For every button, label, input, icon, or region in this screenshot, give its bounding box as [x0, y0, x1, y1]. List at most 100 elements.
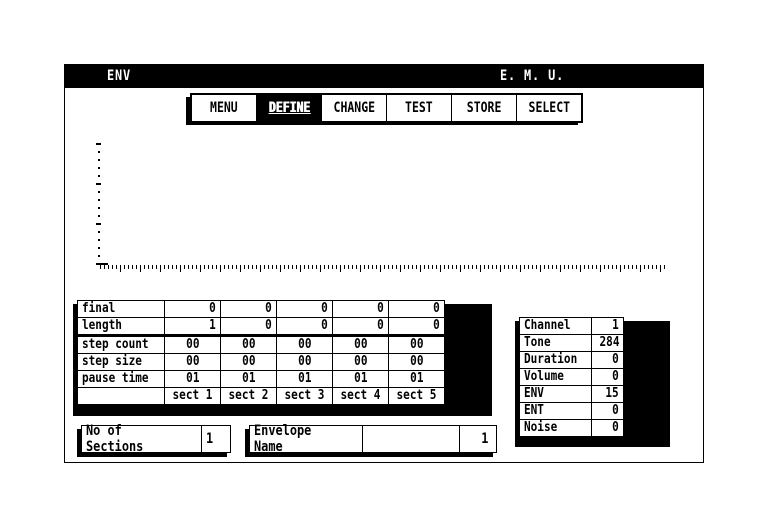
envelope-number-field[interactable]: 1 [460, 426, 492, 452]
param-value-cell[interactable]: 00 [220, 335, 278, 354]
x-minor-tick [316, 265, 317, 269]
x-minor-tick [304, 265, 305, 269]
x-minor-tick [532, 265, 533, 269]
param-value-cell[interactable]: 00 [164, 335, 222, 354]
x-minor-tick [132, 265, 133, 269]
x-major-tick [560, 265, 561, 272]
text: 00 [354, 354, 368, 369]
text: TEST [405, 100, 433, 116]
section-label: sect 5 [388, 387, 446, 405]
x-major-tick [240, 265, 241, 272]
x-minor-tick [572, 265, 573, 269]
param-value-cell[interactable]: 0 [388, 317, 446, 337]
text: 00 [298, 337, 312, 352]
param-row: step size 00 00 00 00 00 [76, 353, 446, 371]
x-minor-tick [336, 265, 337, 269]
param-label: pause time [76, 370, 166, 388]
status-value[interactable]: 0 [590, 402, 625, 420]
param-value-cell[interactable]: 00 [332, 353, 390, 371]
text: sect 2 [228, 388, 269, 403]
envelope-name-field[interactable] [363, 426, 460, 452]
graph-origin [96, 263, 108, 265]
x-major-tick [280, 265, 281, 272]
x-minor-tick [128, 265, 129, 269]
x-minor-tick [564, 265, 565, 269]
text: 0 [321, 301, 329, 316]
y-minor-tick [98, 191, 100, 193]
x-minor-tick [348, 265, 349, 269]
x-major-tick [380, 265, 381, 272]
param-value-cell[interactable]: 1 [164, 317, 222, 337]
status-value[interactable]: 0 [590, 368, 625, 386]
param-value-cell[interactable]: 01 [388, 370, 446, 388]
param-value-cell[interactable]: 00 [276, 335, 334, 354]
section-label: sect 3 [276, 387, 334, 405]
status-row-volume: Volume 0 [519, 368, 625, 386]
param-row: step count 00 00 00 00 00 [76, 335, 446, 354]
x-minor-tick [312, 265, 313, 269]
param-value-cell[interactable]: 00 [388, 353, 446, 371]
param-value-cell[interactable]: 0 [220, 317, 278, 337]
sections-value-field[interactable]: 1 [202, 426, 230, 452]
param-value-cell[interactable]: 0 [276, 300, 334, 318]
x-minor-tick [244, 265, 245, 269]
x-minor-tick [456, 265, 457, 269]
tab-select[interactable]: SELECT [517, 95, 581, 121]
param-row: pause time 01 01 01 01 01 [76, 370, 446, 388]
x-minor-tick [344, 265, 345, 269]
param-value-cell[interactable]: 01 [276, 370, 334, 388]
title-bar: ENV E. M. U. [65, 65, 703, 88]
x-minor-tick [624, 265, 625, 269]
x-major-tick [320, 265, 321, 272]
param-value-cell[interactable]: 01 [220, 370, 278, 388]
status-value[interactable]: 15 [590, 385, 625, 403]
tab-change[interactable]: CHANGE [322, 95, 387, 121]
sections-label: No of Sections [82, 423, 203, 455]
status-value[interactable]: 0 [590, 351, 625, 369]
text: 1 [209, 318, 217, 333]
x-major-tick [600, 265, 601, 272]
tab-test[interactable]: TEST [387, 95, 452, 121]
status-label: Channel [519, 317, 592, 335]
text: 0 [612, 420, 620, 435]
param-value-cell[interactable]: 01 [164, 370, 222, 388]
status-row-channel: Channel 1 [519, 317, 625, 335]
x-minor-tick [392, 265, 393, 269]
text: 01 [409, 371, 424, 386]
param-value-cell[interactable]: 0 [332, 317, 390, 337]
text: 00 [186, 337, 200, 352]
y-minor-tick [98, 159, 100, 161]
param-value-cell[interactable]: 00 [220, 353, 278, 371]
x-major-tick [200, 265, 201, 272]
param-value-cell[interactable]: 01 [332, 370, 390, 388]
tab-define[interactable]: DEFINE [257, 95, 322, 121]
y-minor-tick [98, 247, 100, 249]
text: ENV [524, 386, 544, 401]
x-minor-tick [356, 265, 357, 269]
param-value-cell[interactable]: 00 [388, 335, 446, 354]
param-label: step count [76, 335, 166, 354]
x-minor-tick [516, 265, 517, 269]
tab-store[interactable]: STORE [452, 95, 517, 121]
x-minor-tick [416, 265, 417, 269]
param-value-cell[interactable]: 0 [276, 317, 334, 337]
status-value[interactable]: 1 [590, 317, 625, 335]
status-value[interactable]: 0 [590, 419, 625, 437]
x-minor-tick [404, 265, 405, 269]
param-value-cell[interactable]: 0 [220, 300, 278, 318]
param-value-cell[interactable]: 0 [164, 300, 222, 318]
param-value-cell[interactable]: 00 [332, 335, 390, 354]
status-value[interactable]: 284 [590, 334, 625, 352]
x-minor-tick [256, 265, 257, 269]
param-value-cell[interactable]: 0 [388, 300, 446, 318]
x-minor-tick [224, 265, 225, 269]
text: No of Sections [86, 423, 144, 455]
param-value-cell[interactable]: 00 [276, 353, 334, 371]
x-minor-tick [364, 265, 365, 269]
text: Envelope Name [254, 423, 312, 455]
param-value-cell[interactable]: 00 [164, 353, 222, 371]
x-minor-tick [396, 265, 397, 269]
tab-menu[interactable]: MENU [192, 95, 257, 121]
status-row-ent: ENT 0 [519, 402, 625, 420]
param-value-cell[interactable]: 0 [332, 300, 390, 318]
